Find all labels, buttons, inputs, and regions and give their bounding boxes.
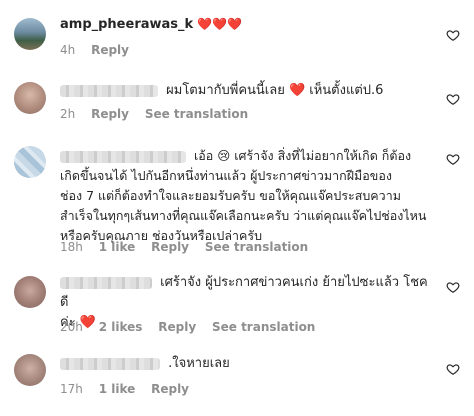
reply-button[interactable]: Reply <box>151 382 189 396</box>
avatar[interactable] <box>14 18 46 50</box>
comment-time: 17h <box>60 382 83 396</box>
comment-text: ช่อง 7 แต่ก็ต้องทำใจและยอมรับครับ ขอให้ค… <box>60 188 401 203</box>
comment-text: เอ้อ 😢 เศร้าจัง สิ่งที่ไม่อยากให้เกิด ก็… <box>193 148 412 163</box>
reply-button[interactable]: Reply <box>91 107 129 121</box>
redacted-username <box>60 357 160 370</box>
reply-button[interactable]: Reply <box>158 320 196 334</box>
comment-line: เศร้าจัง ผู้ประกาศข่าวคนเก่ง ย้ายไปซะแล้… <box>60 273 430 313</box>
likes-count[interactable]: 1 like <box>99 240 136 254</box>
comment-meta: 18h 1 like Reply See translation <box>60 240 320 254</box>
comment-meta: 2h Reply See translation <box>60 107 260 121</box>
avatar[interactable] <box>14 146 46 178</box>
heart-outline-icon[interactable] <box>446 280 460 294</box>
comment-time: 4h <box>60 43 76 57</box>
comment-meta: 4h Reply <box>60 43 141 57</box>
comment-time: 18h <box>60 240 83 254</box>
see-translation-button[interactable]: See translation <box>205 240 308 254</box>
see-translation-button[interactable]: See translation <box>212 320 315 334</box>
comment-meta: 17h 1 like Reply <box>60 382 201 396</box>
comment-time: 2h <box>60 107 76 121</box>
redacted-username <box>60 84 158 97</box>
comment-text: สำเร็จในทุกๆเส้นทางที่คุณแจ๊คเลือกนะครับ… <box>60 208 427 223</box>
comment-body: amp_pheerawas_k ❤️❤️❤️ <box>60 14 430 35</box>
comment-meta: 20h 2 likes Reply See translation <box>60 320 327 334</box>
comment-time: 20h <box>60 320 83 334</box>
comment-text: ❤️❤️❤️ <box>197 17 243 31</box>
heart-outline-icon[interactable] <box>446 92 460 106</box>
comment-body: เอ้อ 😢 เศร้าจัง สิ่งที่ไม่อยากให้เกิด ก็… <box>60 146 430 246</box>
comment-body: .ใจหายเลย <box>60 354 430 374</box>
avatar[interactable] <box>14 354 46 386</box>
comment-body: ผมโตมากับพี่คนนี้เลย ❤️ เห็นตั้งแต่ป.6 <box>60 81 430 101</box>
likes-count[interactable]: 1 like <box>99 382 136 396</box>
redacted-username <box>60 150 186 163</box>
reply-button[interactable]: Reply <box>151 240 189 254</box>
heart-outline-icon[interactable] <box>446 152 460 166</box>
reply-button[interactable]: Reply <box>91 43 129 57</box>
heart-outline-icon[interactable] <box>446 28 460 42</box>
comment-text: ผมโตมากับพี่คนนี้เลย ❤️ เห็นตั้งแต่ป.6 <box>166 83 384 98</box>
see-translation-button[interactable]: See translation <box>145 107 248 121</box>
avatar[interactable] <box>14 82 46 114</box>
comment-text: เกิดขึ้นจนได้ ไปกันอีกหนึ่งท่านแล้ว ผู้ป… <box>60 168 392 183</box>
avatar[interactable] <box>14 276 46 308</box>
redacted-username <box>60 276 152 289</box>
heart-outline-icon[interactable] <box>446 362 460 376</box>
comment-text: .ใจหายเลย <box>168 356 230 371</box>
comment-username[interactable]: amp_pheerawas_k <box>60 17 193 32</box>
comment-line: เอ้อ 😢 เศร้าจัง สิ่งที่ไม่อยากให้เกิด ก็… <box>60 146 430 166</box>
likes-count[interactable]: 2 likes <box>99 320 143 334</box>
